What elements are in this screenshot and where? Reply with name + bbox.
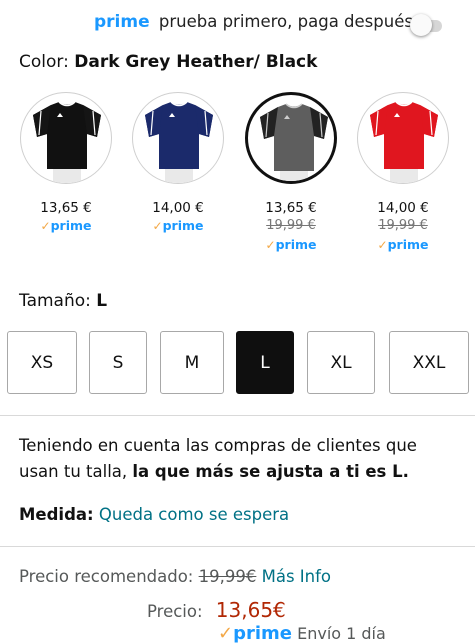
color-swatch-price: 14,00 € [377, 200, 429, 216]
prime-banner: prime prueba primero, paga después [0, 0, 475, 44]
color-swatch-price: 13,65 € [265, 200, 317, 216]
prime-check-icon: ✓ [40, 219, 51, 233]
prime-logo: prime [94, 12, 150, 32]
price-value: 13,65€ [215, 598, 286, 622]
divider [0, 546, 475, 547]
prime-logo: prime [387, 237, 429, 252]
fit-recommendation: Teniendo en cuenta las compras de client… [19, 433, 459, 485]
color-swatch-prime: ✓prime [20, 218, 112, 233]
prime-check-icon: ✓ [218, 623, 234, 644]
recommended-price-value: 19,99€ [198, 567, 257, 586]
color-value: Dark Grey Heather/ Black [74, 52, 318, 72]
color-swatch-price: 14,00 € [152, 200, 204, 216]
color-swatch-image [132, 92, 224, 184]
color-swatch-prime: ✓prime [132, 218, 224, 233]
divider [0, 415, 475, 416]
color-heading: Color: Dark Grey Heather/ Black [19, 52, 317, 72]
size-option-s[interactable]: S [89, 331, 147, 394]
recommended-price-label: Precio recomendado: [19, 567, 194, 586]
prime-check-icon: ✓ [377, 238, 388, 252]
prime-logo: prime [162, 218, 204, 233]
prime-logo: prime [275, 237, 317, 252]
medida-label: Medida: [19, 505, 94, 524]
size-value: L [96, 291, 108, 311]
prime-check-icon: ✓ [152, 219, 163, 233]
size-option-l[interactable]: L [236, 331, 294, 394]
delivery-text: Envío 1 día [297, 624, 386, 643]
size-option-xl[interactable]: XL [307, 331, 375, 394]
tshirt-icon [33, 101, 101, 183]
size-heading: Tamaño: L [19, 291, 107, 311]
size-option-m[interactable]: M [160, 331, 224, 394]
more-info-link[interactable]: Más Info [262, 567, 331, 586]
medida-value[interactable]: Queda como se espera [99, 505, 289, 524]
color-swatch-image [20, 92, 112, 184]
color-swatch-old-price: 19,99 € [266, 218, 316, 233]
color-swatch-old-price: 19,99 € [378, 218, 428, 233]
prime-delivery-row: ✓prime Envío 1 día [218, 623, 386, 644]
color-swatch-price: 13,65 € [40, 200, 92, 216]
color-swatch-image [245, 92, 337, 184]
price-row: Precio: 13,65€ [147, 598, 286, 622]
medida-row: Medida: Queda como se espera [19, 505, 289, 524]
size-option-xxl[interactable]: XXL [389, 331, 469, 394]
prime-toggle-knob [410, 14, 432, 36]
prime-banner-message: prueba primero, paga después [158, 12, 413, 31]
color-swatch-image [357, 92, 449, 184]
prime-logo: prime [50, 218, 92, 233]
color-swatch-prime: ✓prime [357, 237, 449, 252]
prime-check-icon: ✓ [265, 238, 276, 252]
tshirt-icon [370, 101, 438, 183]
recommended-price-row: Precio recomendado: 19,99€ Más Info [19, 567, 331, 586]
size-option-xs[interactable]: XS [7, 331, 77, 394]
price-label: Precio: [147, 602, 203, 621]
color-label: Color: [19, 52, 69, 72]
prime-toggle[interactable] [410, 14, 444, 36]
color-swatch-prime: ✓prime [245, 237, 337, 252]
prime-logo: prime [233, 623, 292, 644]
fit-recommendation-highlight: la que más se ajusta a ti es L. [132, 462, 409, 481]
size-label: Tamaño: [19, 291, 91, 311]
tshirt-icon [145, 101, 213, 183]
tshirt-icon [260, 103, 328, 181]
prime-banner-text: prime prueba primero, paga después [94, 12, 413, 32]
